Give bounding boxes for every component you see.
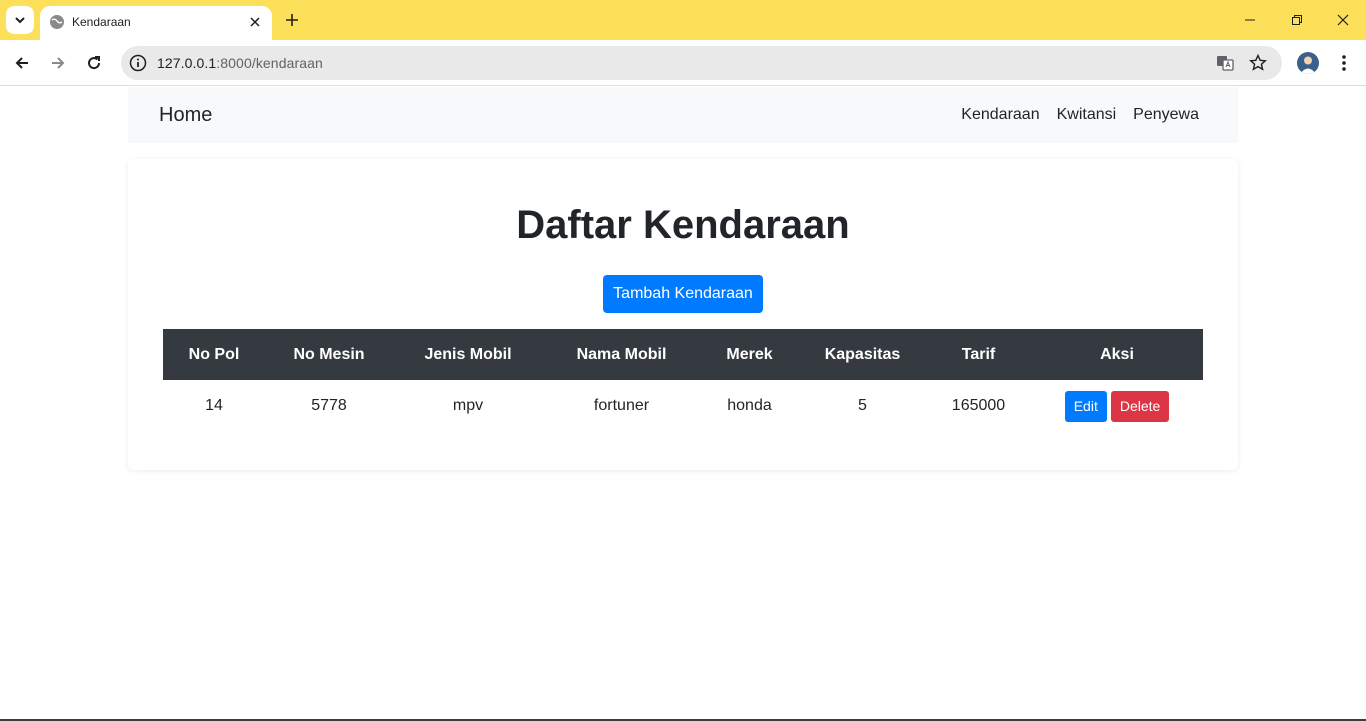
column-header-nama-mobil: Nama Mobil (576, 345, 667, 363)
column-header-jenis-mobil: Jenis Mobil (424, 345, 512, 363)
nav-link-kwitansi[interactable]: Kwitansi (1057, 106, 1117, 124)
cell-jenis-mobil: mpv (452, 397, 484, 414)
column-header-no-pol: No Pol (188, 345, 240, 363)
page-title: Daftar Kendaraan (516, 203, 850, 247)
tab-search-button[interactable] (6, 6, 34, 34)
cell-nama-mobil: fortuner (593, 397, 650, 414)
browser-tab[interactable]: Kendaraan (40, 6, 272, 40)
column-header-no-mesin: No Mesin (293, 345, 365, 363)
reload-icon[interactable] (80, 49, 108, 77)
cell-kapasitas: 5 (858, 397, 867, 414)
delete-button[interactable]: Delete (1110, 390, 1170, 422)
column-header-merek: Merek (726, 345, 773, 363)
table-row: 14 5778 mpv fortuner honda 5 165000 Edit… (163, 380, 1203, 432)
close-tab-icon[interactable] (246, 13, 264, 31)
browser-toolbar: 127.0.0.1:8000/kendaraan (0, 40, 1366, 86)
profile-avatar[interactable] (1297, 52, 1319, 74)
url-path: :8000/kendaraan (216, 55, 323, 71)
minimize-icon[interactable] (1238, 8, 1262, 32)
column-header-tarif: Tarif (961, 345, 996, 363)
cell-no-pol: 14 (205, 397, 223, 414)
globe-icon (50, 15, 64, 29)
forward-arrow-icon[interactable] (44, 49, 72, 77)
address-bar[interactable]: 127.0.0.1:8000/kendaraan (121, 46, 1282, 80)
cell-no-mesin: 5778 (311, 397, 347, 414)
column-header-kapasitas: Kapasitas (824, 345, 901, 363)
add-vehicle-button[interactable]: Tambah Kendaraan (603, 275, 763, 313)
translate-icon[interactable] (1215, 53, 1235, 73)
url-host: 127.0.0.1 (157, 55, 217, 71)
navbar-links: Kendaraan Kwitansi Penyewa (961, 106, 1199, 124)
back-arrow-icon[interactable] (8, 49, 36, 77)
content-card: Daftar Kendaraan Tambah Kendaraan No Pol… (128, 159, 1238, 470)
cell-merek: honda (727, 397, 772, 414)
navbar: Home Kendaraan Kwitansi Penyewa (128, 87, 1238, 143)
table-header-row: No Pol No Mesin Jenis Mobil Nama Mobil M… (163, 329, 1203, 380)
chevron-down-icon (15, 17, 25, 24)
browser-tab-strip: Kendaraan (0, 0, 1366, 40)
nav-link-penyewa[interactable]: Penyewa (1133, 106, 1199, 124)
more-menu-icon[interactable] (1332, 51, 1356, 75)
close-window-icon[interactable] (1331, 8, 1355, 32)
url-text: 127.0.0.1:8000/kendaraan (157, 55, 323, 71)
tab-title: Kendaraan (72, 15, 131, 29)
site-info-icon[interactable] (128, 53, 148, 73)
vehicle-table: No Pol No Mesin Jenis Mobil Nama Mobil M… (163, 329, 1203, 432)
navbar-brand-home[interactable]: Home (159, 104, 212, 127)
nav-link-kendaraan[interactable]: Kendaraan (961, 106, 1039, 124)
edit-button[interactable]: Edit (1064, 390, 1107, 422)
bookmark-star-icon[interactable] (1248, 53, 1268, 73)
column-header-aksi: Aksi (1100, 345, 1134, 363)
page-content: Home Kendaraan Kwitansi Penyewa Daftar K… (0, 87, 1366, 721)
restore-icon[interactable] (1285, 8, 1309, 32)
cell-tarif: 165000 (951, 397, 1006, 414)
cell-aksi: Edit Delete (1031, 380, 1203, 432)
new-tab-plus-icon[interactable] (280, 8, 304, 32)
